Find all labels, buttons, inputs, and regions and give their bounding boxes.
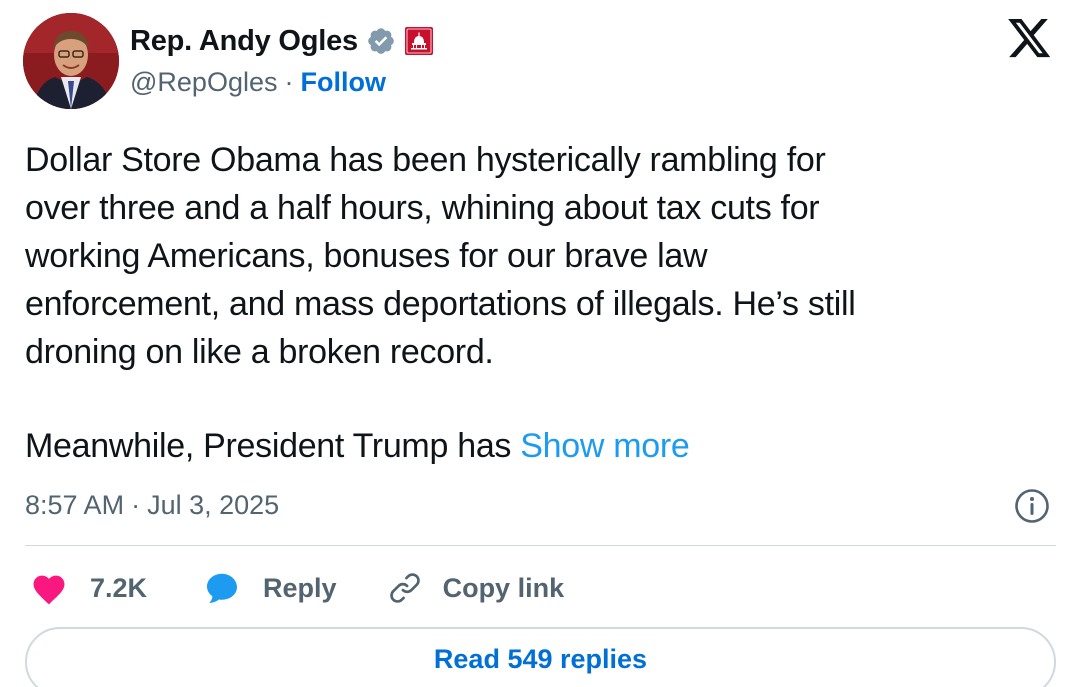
reply-button[interactable]: Reply	[203, 570, 337, 606]
avatar[interactable]	[23, 13, 119, 109]
link-icon	[389, 573, 420, 603]
heart-icon	[33, 575, 65, 605]
author-handle[interactable]: @RepOgles	[130, 67, 277, 98]
x-logo-icon[interactable]	[1008, 19, 1052, 59]
handle-row: @RepOgles · Follow	[130, 64, 386, 100]
reply-label: Reply	[263, 572, 337, 603]
info-icon[interactable]	[1014, 488, 1050, 524]
copy-link-label: Copy link	[442, 572, 565, 603]
display-name[interactable]: Rep. Andy Ogles	[130, 25, 358, 58]
reply-bubble-icon	[207, 573, 238, 603]
separator-dot: ·	[131, 489, 141, 520]
avatar-image	[23, 13, 119, 109]
capitol-affiliate-icon[interactable]	[404, 26, 434, 56]
read-replies-label: Read 549 replies	[433, 644, 648, 674]
tweet-card: Rep. Andy Ogles @RepOgles · Follow Dolla…	[0, 0, 1081, 687]
like-count: 7.2K	[90, 572, 148, 603]
tweet-date[interactable]: Jul 3, 2025	[147, 490, 279, 521]
separator-dot: ·	[284, 66, 294, 97]
tweet-text-truncated: Meanwhile, President Trump has	[25, 427, 521, 465]
tweet-text: Dollar Store Obama has been hysterically…	[25, 136, 1065, 376]
read-replies-button[interactable]: Read 549 replies	[25, 627, 1056, 687]
tweet-paragraph-2: Meanwhile, President Trump has Show more	[25, 422, 690, 470]
show-more-link[interactable]: Show more	[520, 427, 690, 465]
copy-link-button[interactable]: Copy link	[387, 570, 565, 606]
action-bar: 7.2K Reply Copy link	[30, 566, 564, 610]
verified-badge-icon	[366, 26, 396, 56]
follow-button[interactable]: Follow	[300, 67, 385, 98]
timestamp-row: 8:57 AM · Jul 3, 2025	[25, 486, 279, 524]
tweet-paragraph: Dollar Store Obama has been hysterically…	[25, 141, 856, 371]
tweet-time[interactable]: 8:57 AM	[25, 490, 124, 521]
like-button[interactable]: 7.2K	[30, 571, 147, 605]
divider	[25, 545, 1056, 546]
author-name-row: Rep. Andy Ogles	[130, 22, 434, 60]
